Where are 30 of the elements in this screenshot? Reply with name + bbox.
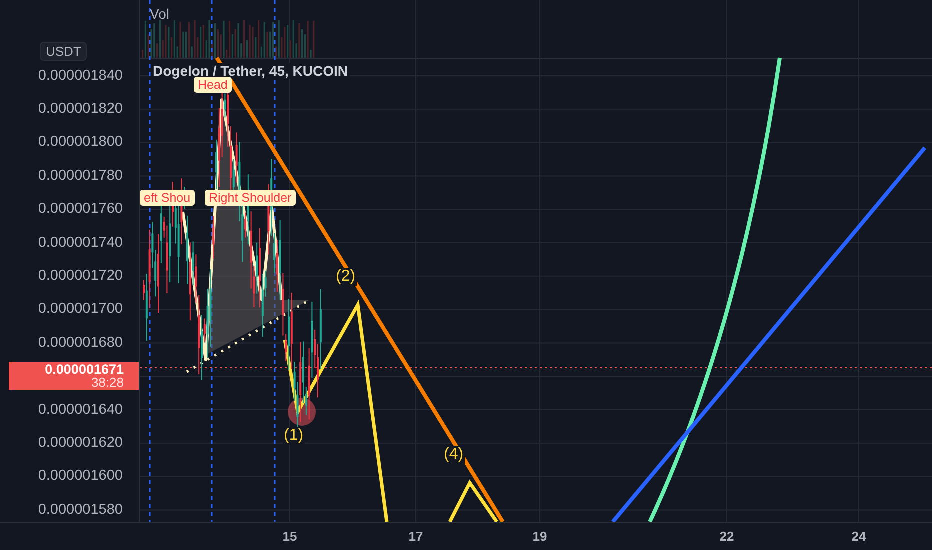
- time-label: 17: [408, 529, 424, 544]
- time-label: 22: [720, 529, 734, 544]
- time-label: 15: [282, 529, 298, 544]
- volume-label: Vol: [150, 6, 170, 22]
- time-label: 24: [852, 529, 866, 544]
- price-label: 0.000001680: [38, 334, 123, 351]
- wave-label: (1): [283, 427, 305, 445]
- wave-label: (4): [443, 446, 465, 464]
- price-label: 0.000001740: [38, 234, 123, 251]
- price-label: 0.000001760: [38, 201, 123, 218]
- candle: [212, 216, 215, 260]
- price-label: 0.000001580: [38, 502, 123, 518]
- price-label: 0.000001720: [38, 268, 123, 284]
- wave-label: (2): [335, 268, 357, 286]
- price-label: 0.000001700: [38, 301, 123, 318]
- price-label: 0.000001800: [38, 134, 123, 150]
- bar-countdown: 38:28: [91, 376, 124, 390]
- pattern-label: Head: [194, 77, 232, 93]
- currency-badge[interactable]: USDT: [40, 42, 88, 61]
- price-label: 0.000001820: [38, 101, 123, 118]
- price-label: 0.000001780: [38, 168, 123, 184]
- price-label: 0.000001840: [38, 68, 123, 84]
- pattern-label: Right Shoulder: [205, 190, 296, 206]
- price-label: 0.000001600: [38, 468, 123, 484]
- price-label: 0.000001620: [38, 434, 123, 451]
- last-price: 0.000001671: [45, 363, 124, 376]
- pattern-label: eft Shou: [140, 190, 195, 206]
- chart-title: Dogelon / Tether, 45, KUCOIN: [151, 63, 350, 79]
- time-label: 19: [532, 529, 548, 544]
- price-label: 0.000001640: [38, 402, 123, 418]
